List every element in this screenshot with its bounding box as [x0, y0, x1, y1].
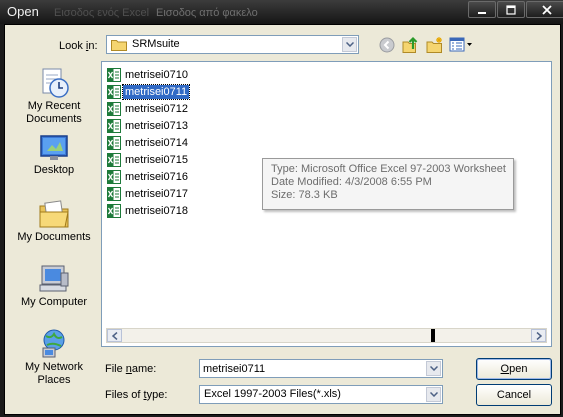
excel-file-icon [107, 119, 121, 133]
open-button[interactable]: Open [476, 358, 552, 380]
file-name-label: File name: [105, 363, 157, 375]
place-my-documents[interactable]: My Documents [8, 198, 100, 244]
file-list-item[interactable]: metrisei0711 [107, 84, 191, 100]
desktop-icon [40, 135, 68, 160]
excel-file-icon [107, 170, 121, 184]
title-bar: Open Εισοδος ενός Excel Εισοδος από φακε… [0, 0, 563, 24]
file-name-text: metrisei0710 [125, 69, 188, 81]
file-list[interactable]: metrisei0710 metrisei0711 metrisei0712 metr… [101, 61, 552, 347]
back-button[interactable] [378, 36, 396, 54]
file-info-tooltip: Type: Microsoft Office Excel 97-2003 Wor… [262, 158, 514, 210]
up-one-level-button[interactable] [401, 36, 421, 54]
my-documents-icon [39, 200, 69, 228]
file-list-item[interactable]: metrisei0715 [107, 152, 190, 168]
scroll-left-button[interactable] [107, 329, 122, 342]
look-in-combo[interactable]: SRMsuite [106, 35, 359, 54]
file-list-item[interactable]: metrisei0713 [107, 118, 190, 134]
chevron-down-icon [429, 366, 438, 371]
up-folder-icon [402, 36, 418, 53]
file-list-item[interactable]: metrisei0718 [107, 203, 190, 219]
files-of-type-label: Files of type: [105, 389, 168, 401]
look-in-label: Look in: [59, 40, 98, 52]
cancel-button[interactable]: Cancel [476, 384, 552, 406]
place-label: My Recent [27, 100, 81, 112]
file-name-text: metrisei0711 [121, 84, 191, 100]
close-icon [542, 4, 552, 15]
file-name-text: metrisei0715 [125, 154, 188, 166]
file-list-item[interactable]: metrisei0716 [107, 169, 190, 185]
minimize-button[interactable] [468, 1, 496, 18]
file-name-input[interactable] [203, 361, 423, 376]
close-button[interactable] [526, 1, 563, 18]
file-name-text: metrisei0716 [125, 171, 188, 183]
minimize-icon [478, 11, 486, 14]
file-name-combo[interactable] [199, 359, 443, 378]
file-name-text: metrisei0718 [125, 205, 188, 217]
folder-icon [111, 40, 127, 51]
file-list-item[interactable]: metrisei0712 [107, 101, 190, 117]
file-name-text: metrisei0713 [125, 120, 188, 132]
place-label: Documents [26, 113, 82, 125]
file-name-dropdown-button[interactable] [426, 361, 441, 376]
place-label: My Documents [17, 231, 91, 243]
excel-file-icon [107, 85, 121, 99]
place-my-recent-documents[interactable]: My Recent Documents [8, 67, 100, 126]
excel-file-icon [107, 102, 121, 116]
views-menu-icon [449, 37, 472, 52]
maximize-button[interactable] [497, 1, 525, 18]
excel-file-icon [107, 187, 121, 201]
chevron-left-icon [111, 331, 117, 340]
views-menu-button[interactable] [449, 36, 473, 54]
create-new-folder-button[interactable] [425, 36, 445, 54]
network-places-icon [42, 329, 65, 358]
place-label: Desktop [33, 164, 75, 176]
file-list-item[interactable]: metrisei0717 [107, 186, 190, 202]
recent-documents-icon [42, 68, 69, 98]
tooltip-date-modified: Date Modified: 4/3/2008 6:55 PM [271, 176, 432, 188]
horizontal-scrollbar[interactable] [106, 328, 547, 343]
chevron-down-icon [345, 42, 354, 47]
back-icon [379, 37, 395, 53]
chevron-down-icon [429, 392, 438, 397]
excel-file-icon [107, 204, 121, 218]
window-title: Open [7, 4, 39, 19]
window-controls [468, 1, 563, 18]
tooltip-size: Size: 78.3 KB [271, 189, 338, 201]
excel-file-icon [107, 136, 121, 150]
places-bar: My Recent Documents Desktop My Documents [8, 62, 100, 390]
files-of-type-dropdown-button[interactable] [426, 387, 441, 402]
tooltip-type: Type: Microsoft Office Excel 97-2003 Wor… [271, 163, 506, 175]
scrollbar-thumb[interactable] [431, 329, 435, 342]
place-my-network-places[interactable]: My Network Places [8, 328, 100, 387]
place-my-computer[interactable]: My Computer [8, 263, 100, 309]
look-in-value: SRMsuite [132, 38, 180, 50]
scroll-right-button[interactable] [531, 329, 546, 342]
my-computer-icon [39, 265, 69, 292]
file-name-text: metrisei0714 [125, 137, 188, 149]
file-list-item[interactable]: metrisei0710 [107, 67, 190, 83]
open-dialog: Look in: SRMsuite My Recent Documents De… [4, 24, 561, 415]
new-folder-icon [426, 37, 442, 53]
place-label: My Computer [20, 296, 88, 308]
place-label: My Network [24, 361, 84, 373]
place-desktop[interactable]: Desktop [8, 133, 100, 177]
excel-file-icon [107, 68, 121, 82]
file-name-text: metrisei0712 [125, 103, 188, 115]
file-name-text: metrisei0717 [125, 188, 188, 200]
files-of-type-value: Excel 1997-2003 Files(*.xls) [204, 388, 341, 400]
excel-file-icon [107, 153, 121, 167]
chevron-right-icon [536, 331, 542, 340]
background-tab-label: Εισοδος από φακελο [156, 7, 258, 19]
files-of-type-select[interactable]: Excel 1997-2003 Files(*.xls) [199, 385, 443, 404]
place-label: Places [37, 374, 71, 386]
background-tab-label: Εισοδος ενός Excel [54, 7, 150, 19]
maximize-icon [506, 4, 516, 15]
file-list-item[interactable]: metrisei0714 [107, 135, 190, 151]
look-in-dropdown-button[interactable] [342, 37, 357, 52]
